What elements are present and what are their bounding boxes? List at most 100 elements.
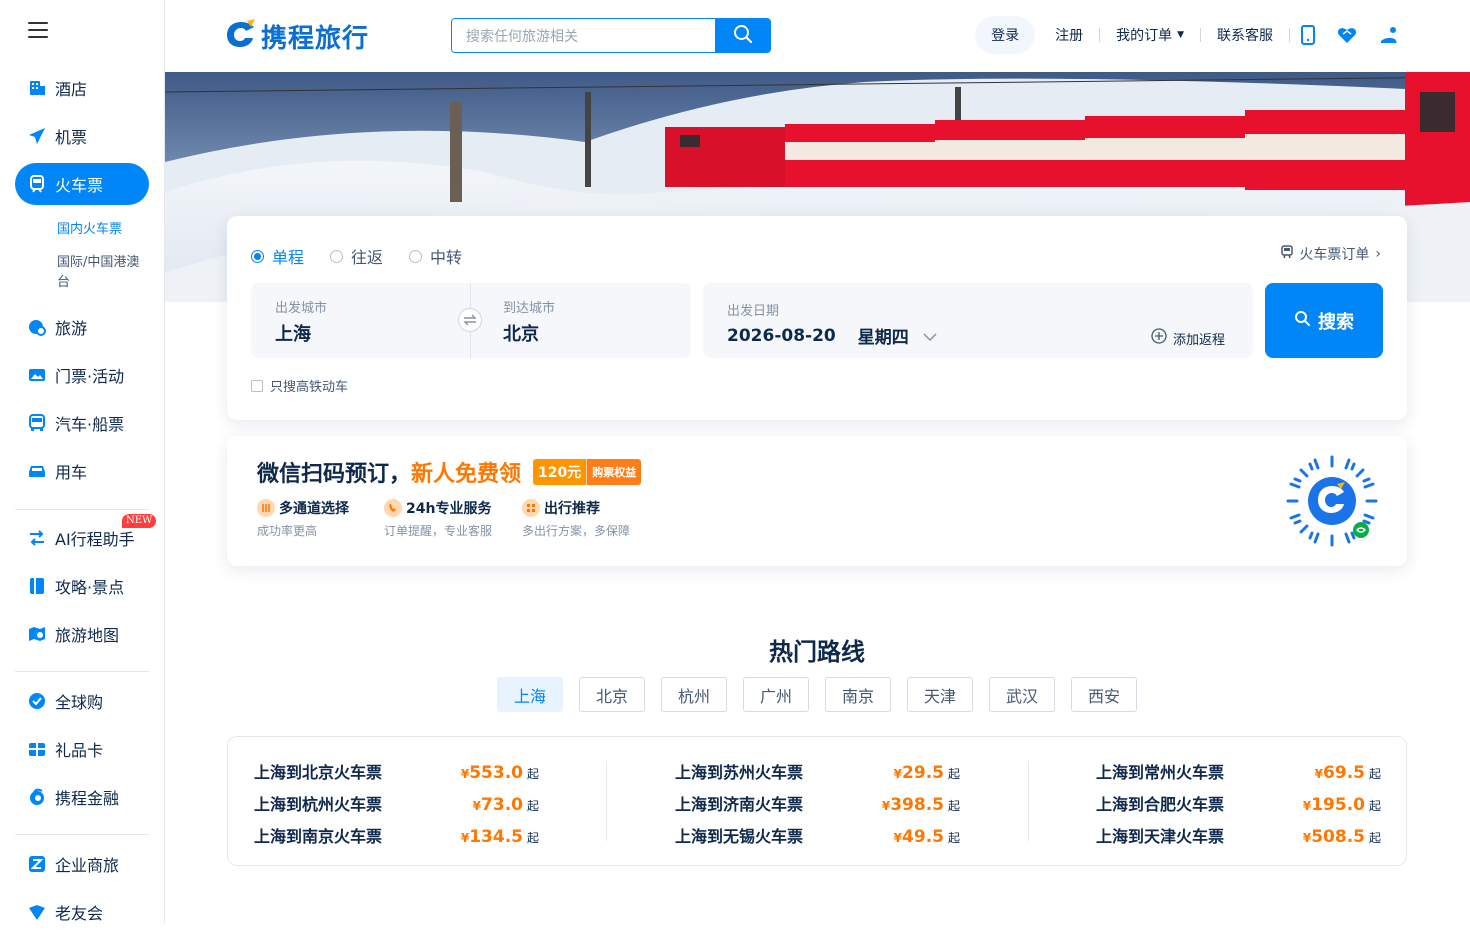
route-item[interactable]: 上海到常州火车票 ¥69.5 起: [1096, 759, 1381, 791]
tab-guangzhou[interactable]: 广州: [743, 677, 809, 712]
mobile-app-icon[interactable]: [1290, 25, 1326, 45]
currency-symbol: ¥: [472, 799, 482, 813]
feature-travel-recommend: 出行推荐 多出行方案，多保障: [522, 498, 630, 539]
sub-item-domestic-train[interactable]: 国内火车票: [57, 220, 152, 240]
global-shop-icon: [27, 691, 47, 711]
finance-icon: [27, 787, 47, 807]
sidebar-item-label: 全球购: [55, 693, 104, 712]
sidebar-item-tickets[interactable]: 门票·活动: [15, 354, 149, 396]
search-button[interactable]: [715, 19, 770, 52]
route-item[interactable]: 上海到杭州火车票 ¥73.0 起: [254, 791, 539, 823]
divider: [15, 509, 149, 510]
departure-date-field[interactable]: 出发日期 2026-08-20 星期四 添加返程: [703, 283, 1253, 358]
tab-nanjing[interactable]: 南京: [825, 677, 891, 712]
orders-link-label: 火车票订单: [1299, 247, 1370, 263]
hot-routes-title: 热门路线: [769, 638, 865, 666]
route-price: ¥69.5 起: [1315, 763, 1381, 783]
tab-xian[interactable]: 西安: [1071, 677, 1137, 712]
chevron-right-icon: ›: [1375, 246, 1381, 262]
route-item[interactable]: 上海到天津火车票 ¥508.5 起: [1096, 823, 1381, 855]
route-name: 上海到南京火车票: [254, 827, 383, 846]
sidebar-item-label: 携程金融: [55, 789, 120, 808]
route-price: ¥195.0 起: [1303, 795, 1381, 815]
route-item[interactable]: 上海到北京火车票 ¥553.0 起: [254, 759, 539, 791]
tab-hangzhou[interactable]: 杭州: [661, 677, 727, 712]
sidebar-item-label: 旅游: [55, 319, 88, 338]
feature-title: 24h专业服务: [406, 501, 492, 517]
to-city-field[interactable]: 到达城市 北京: [503, 283, 683, 358]
ai-assistant-icon: [27, 528, 47, 548]
route-name: 上海到杭州火车票: [254, 795, 383, 814]
price-suffix: 起: [1368, 799, 1381, 813]
sidebar-item-business[interactable]: 企业商旅: [15, 843, 149, 885]
sidebar-item-label: 机票: [55, 128, 88, 147]
add-return-button[interactable]: 添加返程: [1151, 328, 1225, 348]
travel-icon: [27, 317, 47, 337]
price-suffix: 起: [947, 799, 960, 813]
sidebar-item-label: 攻略·景点: [55, 578, 125, 597]
swap-icon: [463, 311, 477, 330]
routes-column: 上海到北京火车票 ¥553.0 起 上海到杭州火车票 ¥73.0 起 上海到南京火车票 ¥…: [254, 759, 539, 855]
sidebar-item-flight[interactable]: 机票: [15, 115, 149, 157]
search-trains-button[interactable]: 搜索: [1265, 283, 1383, 358]
sidebar-item-car[interactable]: 用车: [15, 450, 149, 492]
badge-amount: 120元: [533, 459, 587, 485]
menu-icon[interactable]: [28, 22, 48, 38]
tab-shanghai[interactable]: 上海: [497, 677, 563, 712]
sidebar-item-label: 火车票: [55, 176, 104, 195]
trip-type-one-way[interactable]: 单程: [251, 244, 304, 268]
route-price: ¥49.5 起: [894, 827, 960, 847]
sidebar-item-hotel[interactable]: 酒店: [15, 67, 149, 109]
sidebar-item-guide[interactable]: 攻略·景点: [15, 565, 149, 607]
accessibility-icon[interactable]: [1368, 26, 1410, 44]
tab-beijing[interactable]: 北京: [579, 677, 645, 712]
route-item[interactable]: 上海到苏州火车票 ¥29.5 起: [675, 759, 960, 791]
radio-icon: [409, 249, 423, 263]
sidebar-item-bus[interactable]: 汽车·船票: [15, 402, 149, 444]
login-button[interactable]: 登录: [975, 16, 1036, 54]
trip-type-transfer[interactable]: 中转: [409, 244, 462, 268]
search-button-label: 搜索: [1318, 311, 1354, 333]
route-name: 上海到天津火车票: [1096, 827, 1225, 846]
route-item[interactable]: 上海到合肥火车票 ¥195.0 起: [1096, 791, 1381, 823]
global-search: [451, 18, 771, 53]
sidebar-item-global-shop[interactable]: 全球购: [15, 680, 149, 722]
sidebar-item-map[interactable]: 旅游地图: [15, 613, 149, 655]
heart-favorites-icon[interactable]: [1326, 26, 1368, 44]
sidebar-item-train[interactable]: 火车票: [15, 163, 149, 205]
header: 携程旅行 登录 注册 我的订单 ▼ 联系客服: [165, 0, 1470, 72]
price-value: 49.5: [902, 827, 944, 847]
ticket-icon: [27, 365, 47, 385]
sidebar-item-member[interactable]: 老友会: [15, 891, 149, 933]
route-item[interactable]: 上海到济南火车票 ¥398.5 起: [675, 791, 960, 823]
route-price: ¥508.5 起: [1303, 827, 1381, 847]
register-link[interactable]: 注册: [1039, 16, 1099, 54]
logo[interactable]: 携程旅行: [225, 18, 369, 54]
top-links: 登录 注册 我的订单 ▼ 联系客服: [975, 16, 1410, 54]
sidebar-item-travel[interactable]: 旅游: [15, 306, 149, 348]
city-selector: 出发城市 上海 到达城市 北京: [251, 283, 691, 358]
swap-cities-button[interactable]: [458, 308, 482, 332]
train-orders-link[interactable]: 火车票订单 ›: [1281, 244, 1381, 264]
from-city-field[interactable]: 出发城市 上海: [275, 283, 455, 358]
from-city-label: 出发城市: [275, 301, 328, 316]
tab-wuhan[interactable]: 武汉: [989, 677, 1055, 712]
wechat-promo-card[interactable]: 微信扫码预订， 新人免费领 120元 购票权益 多通道选择 成功率更高 24h专…: [227, 436, 1407, 566]
route-item[interactable]: 上海到南京火车票 ¥134.5 起: [254, 823, 539, 855]
my-orders-dropdown[interactable]: 我的订单 ▼: [1100, 16, 1200, 54]
trip-type-round-trip[interactable]: 往返: [330, 244, 383, 268]
tab-tianjin[interactable]: 天津: [907, 677, 973, 712]
high-speed-only-checkbox[interactable]: 只搜高铁动车: [251, 376, 348, 395]
currency-symbol: ¥: [1302, 831, 1312, 845]
bus-icon: [27, 413, 47, 433]
sidebar-item-label: 门票·活动: [55, 367, 125, 386]
sidebar-item-gift-card[interactable]: 礼品卡: [15, 728, 149, 770]
guide-icon: [27, 576, 47, 596]
route-item[interactable]: 上海到无锡火车票 ¥49.5 起: [675, 823, 960, 855]
service-link[interactable]: 联系客服: [1201, 16, 1289, 54]
search-input[interactable]: [452, 19, 715, 52]
price-value: 398.5: [890, 795, 944, 815]
train-icon: [27, 174, 47, 194]
sidebar-item-finance[interactable]: 携程金融: [15, 776, 149, 818]
sub-item-international-train[interactable]: 国际/中国港澳台: [57, 253, 152, 293]
